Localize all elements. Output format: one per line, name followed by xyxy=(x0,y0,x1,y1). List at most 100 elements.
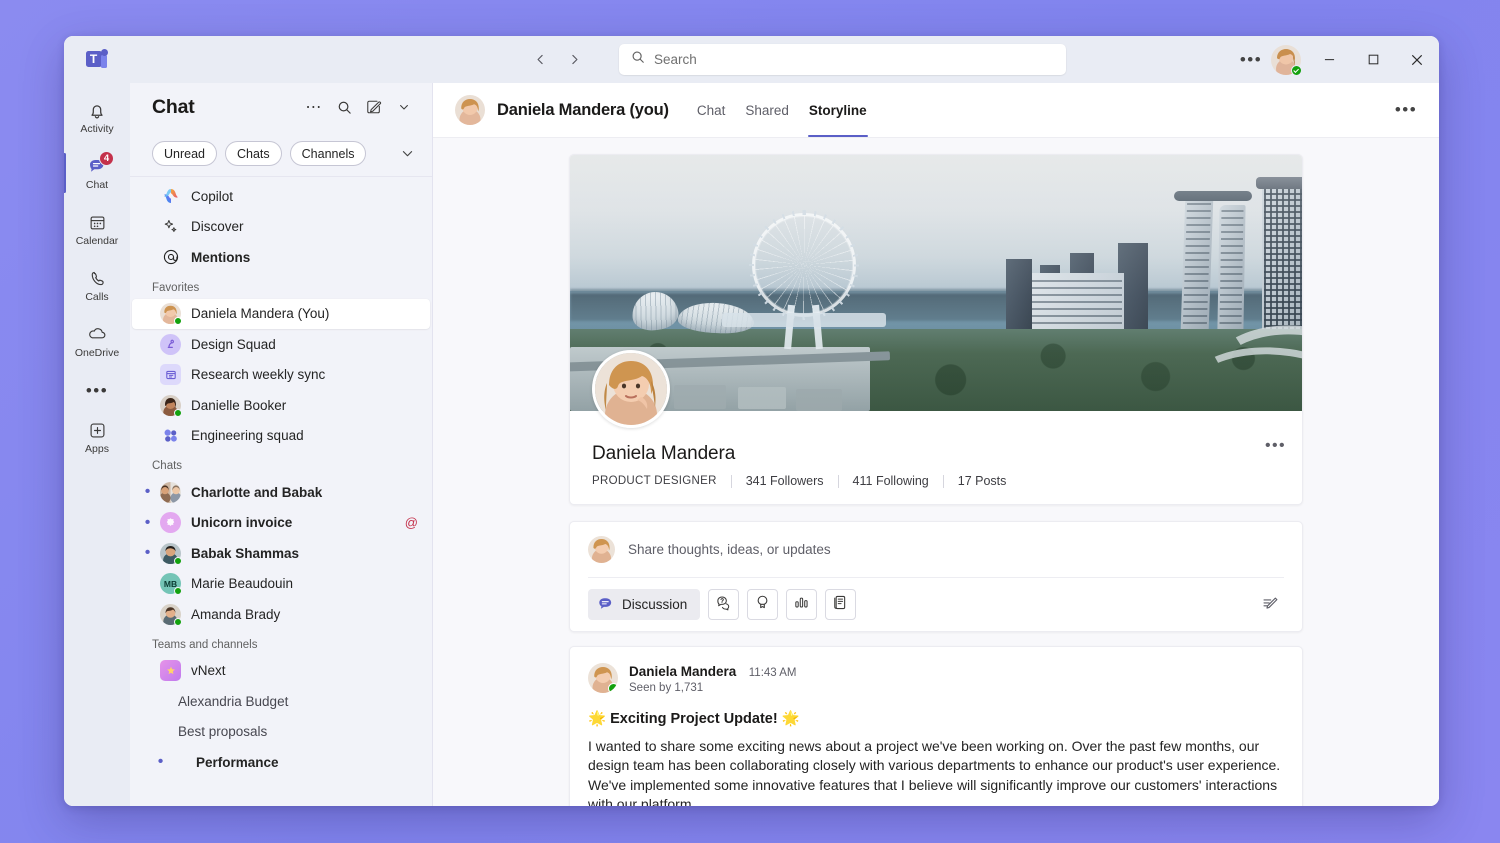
divider xyxy=(837,474,839,488)
list-item-label: Unicorn invoice xyxy=(191,515,293,531)
post-title: 🌟 Exciting Project Update! 🌟 xyxy=(588,711,800,727)
filter-pill-channels[interactable]: Channels xyxy=(289,141,367,166)
close-button[interactable] xyxy=(1395,36,1439,83)
sidebar-item-chat[interactable]: 4 Chat xyxy=(64,147,127,199)
forward-button[interactable] xyxy=(559,45,589,75)
list-item-vnext[interactable]: vNext xyxy=(132,656,430,687)
filter-pill-unread[interactable]: Unread xyxy=(152,141,217,166)
list-item-engineering-squad[interactable]: Engineering squad xyxy=(132,421,430,452)
praise-award-icon xyxy=(754,594,771,616)
list-item-best-proposals[interactable]: Best proposals xyxy=(132,717,430,748)
list-item-charlotte-and-babak[interactable]: • Charlotte and Babak xyxy=(132,477,430,508)
avatar[interactable] xyxy=(455,95,485,125)
phone-icon xyxy=(86,268,108,290)
tab-shared[interactable]: Shared xyxy=(735,83,799,137)
section-label-teams-and-channels: Teams and channels xyxy=(152,638,258,651)
list-item-unicorn-invoice[interactable]: • Unicorn invoice @ xyxy=(132,508,430,539)
titlebar-more-button[interactable]: ••• xyxy=(1233,43,1269,77)
composer-input[interactable]: Share thoughts, ideas, or updates xyxy=(628,542,831,557)
list-item-label: Charlotte and Babak xyxy=(191,484,323,500)
avatar xyxy=(160,394,182,417)
search-icon xyxy=(631,50,645,69)
presence-available-indicator xyxy=(1291,64,1302,76)
copilot-icon xyxy=(160,186,181,207)
chat-list-panel: Chat ⋯ Unread Chats Channels Copilot Dis… xyxy=(130,83,433,806)
search-bar[interactable]: Search xyxy=(619,44,1066,75)
divider xyxy=(942,474,944,488)
user-avatar[interactable] xyxy=(1271,44,1302,76)
sidebar-item-label: Chat xyxy=(85,178,109,191)
sidebar-item-label: Apps xyxy=(85,442,109,455)
avatar xyxy=(160,603,182,626)
following-count[interactable]: 411 Following xyxy=(853,474,929,488)
presence-indicator xyxy=(174,617,182,626)
sidebar-item-calendar[interactable]: Calendar xyxy=(67,203,127,255)
discussion-button[interactable]: Discussion xyxy=(588,589,701,620)
praise-button[interactable] xyxy=(747,589,779,620)
tab-chat[interactable]: Chat xyxy=(687,83,736,137)
app-rail: Activity 4 Chat Calendar Calls OneDrive … xyxy=(64,83,130,806)
maximize-button[interactable] xyxy=(1351,36,1395,83)
list-item-amanda-brady[interactable]: Amanda Brady xyxy=(132,599,430,630)
list-item-daniela-mandera-you[interactable]: Daniela Mandera (You) xyxy=(132,298,430,329)
navigation-arrows xyxy=(525,45,589,75)
composer-input-row[interactable]: Share thoughts, ideas, or updates xyxy=(588,536,1284,578)
posts-count[interactable]: 17 Posts xyxy=(958,474,1007,488)
list-item-alexandria-budget[interactable]: Alexandria Budget xyxy=(132,686,430,717)
window-body: Activity 4 Chat Calendar Calls OneDrive … xyxy=(64,83,1439,806)
profile-more-button[interactable]: ••• xyxy=(1265,437,1286,455)
article-button[interactable] xyxy=(825,589,857,620)
chat-search-icon[interactable] xyxy=(330,93,358,121)
title-bar: Search ••• xyxy=(64,36,1439,83)
avatar xyxy=(160,303,182,326)
list-item-label: Best proposals xyxy=(178,724,268,740)
filter-expand-chevron-down-icon[interactable] xyxy=(396,143,418,165)
presence-indicator xyxy=(174,556,182,565)
chat-list-scroll-area[interactable]: Copilot Discover Mentions Favorites Dani… xyxy=(130,177,432,806)
avatar xyxy=(160,481,181,503)
section-label-chats: Chats xyxy=(152,460,183,472)
list-item-label: Babak Shammas xyxy=(191,545,300,561)
followers-count[interactable]: 341 Followers xyxy=(746,474,824,488)
sidebar-more-button[interactable]: ••• xyxy=(67,371,127,411)
profile-name: Daniela Mandera xyxy=(592,443,736,464)
minimize-button[interactable] xyxy=(1307,36,1351,83)
chat-filter-pills: Unread Chats Channels xyxy=(130,131,432,177)
qna-icon xyxy=(715,594,732,616)
list-item-danielle-booker[interactable]: Danielle Booker xyxy=(132,390,430,421)
list-item-performance[interactable]: • Performance xyxy=(132,747,430,778)
section-label-favorites: Favorites xyxy=(152,281,200,294)
sidebar-item-activity[interactable]: Activity xyxy=(67,91,127,143)
tab-storyline[interactable]: Storyline xyxy=(799,83,877,137)
compose-edit-icon[interactable] xyxy=(1256,591,1284,619)
storyline-feed[interactable]: ••• Daniela Mandera PRODUCT DESIGNER 341… xyxy=(433,138,1439,806)
sidebar-item-onedrive[interactable]: OneDrive xyxy=(67,315,127,367)
sidebar-item-apps[interactable]: Apps xyxy=(67,411,127,463)
conversation-more-button[interactable]: ••• xyxy=(1391,95,1421,125)
list-item-mentions[interactable]: Mentions xyxy=(132,242,430,273)
list-item-design-squad[interactable]: Design Squad xyxy=(132,329,430,360)
list-item-babak-shammas[interactable]: • Babak Shammas xyxy=(132,538,430,569)
compose-icon[interactable] xyxy=(360,93,388,121)
poll-button[interactable] xyxy=(786,589,818,620)
list-item-copilot[interactable]: Copilot xyxy=(132,181,430,212)
list-item-discover[interactable]: Discover xyxy=(132,212,430,243)
conversation-header: Daniela Mandera (you) Chat Shared Storyl… xyxy=(433,83,1439,138)
team-icon xyxy=(160,660,181,682)
list-item-research-weekly-sync[interactable]: Research weekly sync xyxy=(132,360,430,391)
compose-chevron-down-icon[interactable] xyxy=(390,93,418,121)
filter-pill-chats[interactable]: Chats xyxy=(225,141,282,166)
storyline-post: Daniela Mandera 11:43 AM Seen by 1,731 🌟… xyxy=(569,646,1303,806)
search-input[interactable]: Search xyxy=(654,52,697,67)
teams-logo-icon xyxy=(64,36,130,83)
profile-info: ••• Daniela Mandera PRODUCT DESIGNER 341… xyxy=(570,350,1302,504)
chat-list-more-button[interactable]: ⋯ xyxy=(300,93,328,121)
back-button[interactable] xyxy=(525,45,555,75)
list-item-marie-beaudouin[interactable]: MB Marie Beaudouin xyxy=(132,569,430,600)
divider xyxy=(730,474,732,488)
qna-button[interactable] xyxy=(708,589,740,620)
avatar xyxy=(588,536,615,563)
sidebar-item-calls[interactable]: Calls xyxy=(67,259,127,311)
list-item-label: Copilot xyxy=(191,188,234,204)
daniela-profile-photo[interactable] xyxy=(592,350,670,428)
